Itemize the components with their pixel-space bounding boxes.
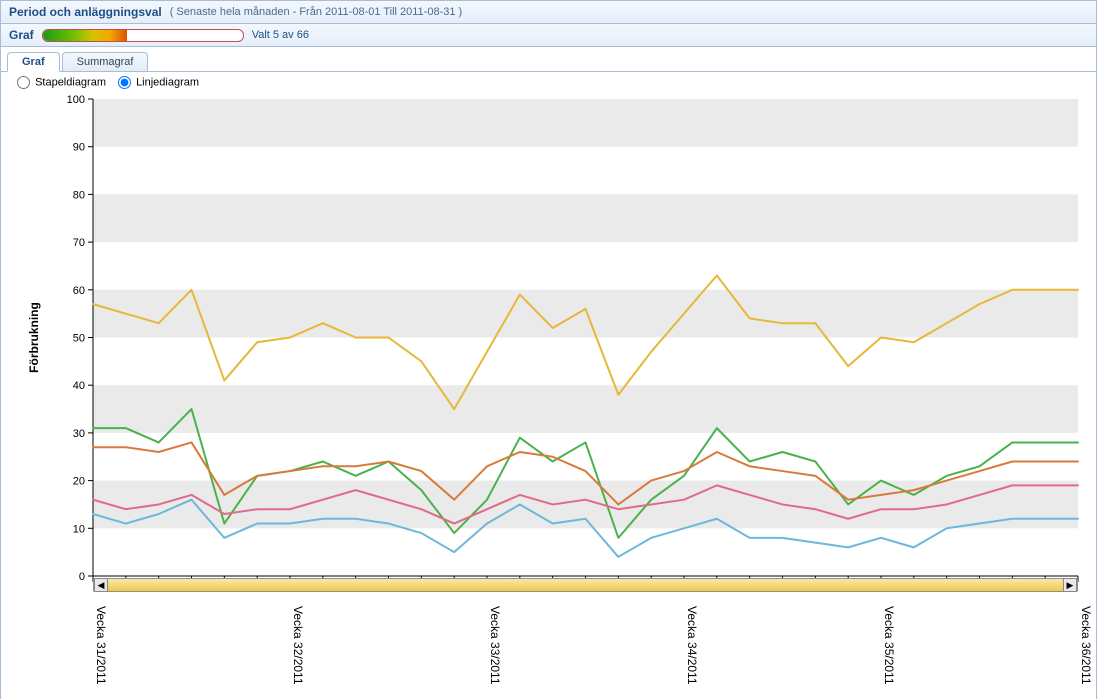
svg-text:10: 10 bbox=[73, 523, 85, 535]
selection-progress-fill bbox=[43, 30, 127, 41]
tab-graf-label: Graf bbox=[22, 56, 45, 68]
svg-text:Vecka 34/2011: Vecka 34/2011 bbox=[685, 606, 699, 685]
radio-line-chart-input[interactable] bbox=[118, 76, 131, 89]
tab-summagraf[interactable]: Summagraf bbox=[62, 52, 149, 72]
period-panel-title: Period och anläggningsval bbox=[9, 5, 162, 19]
chart-area: 0 10 20 30 40 50 60 70 80 90 100 Förbrukning Vecka 3… bbox=[5, 93, 1092, 696]
svg-text:Vecka 32/2011: Vecka 32/2011 bbox=[291, 606, 305, 685]
selection-count-text: Valt 5 av 66 bbox=[252, 29, 309, 41]
svg-text:30: 30 bbox=[73, 428, 85, 440]
svg-text:Förbrukning: Förbrukning bbox=[27, 302, 41, 373]
graf-panel-title: Graf bbox=[9, 28, 34, 42]
period-panel-subtitle: ( Senaste hela månaden - Från 2011-08-01… bbox=[170, 6, 463, 18]
period-panel-header[interactable]: Period och anläggningsval ( Senaste hela… bbox=[0, 0, 1097, 24]
radio-line-chart-label: Linjediagram bbox=[136, 76, 199, 88]
tab-summagraf-label: Summagraf bbox=[77, 56, 134, 68]
radio-bar-chart[interactable]: Stapeldiagram bbox=[11, 76, 106, 89]
svg-text:40: 40 bbox=[73, 380, 85, 392]
svg-text:90: 90 bbox=[73, 142, 85, 154]
svg-text:70: 70 bbox=[73, 237, 85, 249]
svg-text:Vecka 35/2011: Vecka 35/2011 bbox=[882, 606, 896, 685]
line-chart: 0 10 20 30 40 50 60 70 80 90 100 Förbrukning Vecka 3… bbox=[5, 93, 1092, 696]
graf-tabs-container: Graf Summagraf Stapeldiagram Linjediagra… bbox=[0, 47, 1097, 699]
svg-text:Vecka 31/2011: Vecka 31/2011 bbox=[94, 606, 108, 685]
tab-graf[interactable]: Graf bbox=[7, 52, 60, 72]
chart-horizontal-scrollbar[interactable]: ◀ ▶ bbox=[93, 578, 1078, 592]
tabstrip: Graf Summagraf bbox=[1, 47, 1096, 72]
svg-text:100: 100 bbox=[67, 94, 85, 106]
svg-text:50: 50 bbox=[73, 333, 85, 345]
svg-text:0: 0 bbox=[79, 571, 85, 583]
svg-text:Vecka 33/2011: Vecka 33/2011 bbox=[488, 606, 502, 685]
graf-panel-header[interactable]: Graf Valt 5 av 66 bbox=[0, 24, 1097, 47]
selection-progress-bar bbox=[42, 29, 244, 42]
svg-text:Vecka 36/2011: Vecka 36/2011 bbox=[1079, 606, 1092, 685]
svg-text:60: 60 bbox=[73, 285, 85, 297]
chart-type-options: Stapeldiagram Linjediagram bbox=[1, 72, 1096, 93]
radio-line-chart[interactable]: Linjediagram bbox=[112, 76, 199, 89]
scroll-left-arrow[interactable]: ◀ bbox=[94, 578, 108, 592]
svg-text:80: 80 bbox=[73, 189, 85, 201]
svg-text:20: 20 bbox=[73, 476, 85, 488]
scroll-right-arrow[interactable]: ▶ bbox=[1063, 578, 1077, 592]
radio-bar-chart-label: Stapeldiagram bbox=[35, 76, 106, 88]
radio-bar-chart-input[interactable] bbox=[17, 76, 30, 89]
